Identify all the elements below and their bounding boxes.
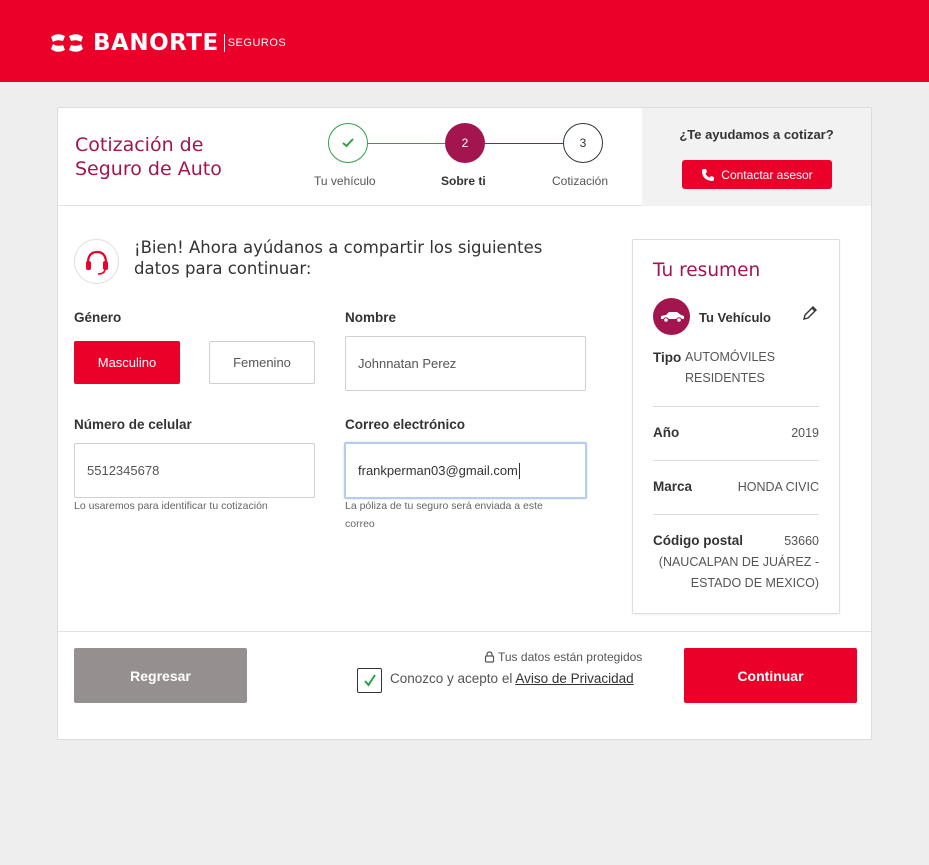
protected-notice: Tus datos están protegidos <box>484 650 642 664</box>
privacy-checkbox[interactable] <box>357 668 382 693</box>
quote-card: Cotización de Seguro de Auto 2 3 Tu vehí… <box>57 107 872 740</box>
phone-field[interactable]: 5512345678 <box>74 443 315 498</box>
step-3-label: Cotización <box>552 174 609 188</box>
step-1-label: Tu vehículo <box>314 174 376 188</box>
banorte-logo-icon <box>51 34 83 52</box>
check-icon <box>342 138 354 148</box>
tipo-value-line-1: AUTOMÓVILES <box>685 350 776 364</box>
step-3-pending: 3 <box>563 123 603 163</box>
brand-logo[interactable]: BANORTE SEGUROS <box>47 30 286 56</box>
contact-advisor-button[interactable]: Contactar asesor <box>682 160 832 189</box>
help-question: ¿Te ayudamos a cotizar? <box>679 127 834 142</box>
summary-panel: Tu resumen Tu Vehículo Tipo AUTOMÓVILES … <box>632 239 840 614</box>
email-hint-line-1: La póliza de tu seguro será enviada a es… <box>345 500 543 512</box>
name-field-value: Johnnatan Perez <box>358 356 457 371</box>
brand-name: BANORTE <box>93 30 219 56</box>
page-title: Cotización de Seguro de Auto <box>75 133 295 181</box>
email-hint: La póliza de tu seguro será enviada a es… <box>345 497 575 533</box>
accept-prefix: Conozco y acepto el <box>390 671 513 686</box>
step-2-current: 2 <box>445 123 485 163</box>
lead-line-2: datos para continuar: <box>134 259 312 278</box>
lock-icon <box>484 651 495 663</box>
marca-label: Marca <box>653 479 693 494</box>
summary-divider <box>653 460 819 461</box>
top-bar: BANORTE SEGUROS <box>0 0 929 82</box>
privacy-consent-text: Conozco y acepto el Aviso de Privacidad <box>390 671 634 686</box>
privacy-notice-link[interactable]: Aviso de Privacidad <box>515 671 633 686</box>
headset-icon <box>85 250 108 275</box>
form-lead-text: ¡Bien! Ahora ayúdanos a compartir los si… <box>134 237 614 279</box>
progress-line-current <box>485 143 563 144</box>
brand-sub: SEGUROS <box>227 37 287 49</box>
phone-label: Número de celular <box>74 417 192 432</box>
edit-icon[interactable] <box>801 304 819 322</box>
email-hint-line-2: correo <box>345 518 375 530</box>
tipo-value: AUTOMÓVILES RESIDENTES <box>685 347 775 389</box>
title-line-1: Cotización de <box>75 134 204 156</box>
step-2-label: Sobre ti <box>441 174 486 188</box>
vehicle-heading: Tu Vehículo <box>699 310 771 325</box>
title-line-2: Seguro de Auto <box>75 158 222 180</box>
email-label: Correo electrónico <box>345 417 466 432</box>
help-panel: ¿Te ayudamos a cotizar? Contactar asesor <box>642 108 871 206</box>
email-field[interactable]: frankperman03@gmail.com <box>344 442 587 499</box>
phone-icon <box>702 168 715 181</box>
back-button[interactable]: Regresar <box>74 648 247 703</box>
anio-value: 2019 <box>791 426 819 440</box>
gender-female-button[interactable]: Femenino <box>209 341 315 384</box>
headset-icon-badge <box>74 239 119 284</box>
anio-label: Año <box>653 425 680 440</box>
marca-value: HONDA CIVIC <box>737 480 819 494</box>
gender-male-button[interactable]: Masculino <box>74 341 180 384</box>
car-icon-badge <box>653 298 690 335</box>
summary-title: Tu resumen <box>653 260 761 281</box>
gender-label: Género <box>74 310 122 325</box>
summary-divider <box>653 514 819 515</box>
checkmark-icon <box>363 673 376 687</box>
continue-button[interactable]: Continuar <box>684 648 857 703</box>
protected-text: Tus datos están protegidos <box>498 650 643 664</box>
phone-field-value: 5512345678 <box>87 463 160 478</box>
step-1-done[interactable] <box>328 123 368 163</box>
text-caret <box>518 462 520 479</box>
lead-line-1: ¡Bien! Ahora ayúdanos a compartir los si… <box>134 238 543 257</box>
cp-place-line-2: ESTADO DE MEXICO) <box>690 576 819 590</box>
footer-divider <box>58 631 871 632</box>
brand-divider <box>223 34 225 52</box>
tipo-label: Tipo <box>653 350 682 365</box>
summary-divider <box>653 406 819 407</box>
cp-place: (NAUCALPAN DE JUÁREZ - ESTADO DE MEXICO) <box>659 552 819 594</box>
car-icon <box>660 311 684 323</box>
tipo-value-line-2: RESIDENTES <box>685 371 765 385</box>
name-field[interactable]: Johnnatan Perez <box>345 336 586 391</box>
cp-label: Código postal <box>653 533 743 548</box>
phone-hint: Lo usaremos para identificar tu cotizaci… <box>74 500 268 512</box>
progress-line-done <box>368 143 445 144</box>
email-field-value: frankperman03@gmail.com <box>358 463 518 478</box>
name-label: Nombre <box>345 310 397 325</box>
cp-value: 53660 <box>784 534 819 548</box>
contact-advisor-label: Contactar asesor <box>721 167 813 182</box>
cp-place-line-1: (NAUCALPAN DE JUÁREZ - <box>658 555 819 569</box>
card-header: Cotización de Seguro de Auto 2 3 Tu vehí… <box>58 108 871 206</box>
